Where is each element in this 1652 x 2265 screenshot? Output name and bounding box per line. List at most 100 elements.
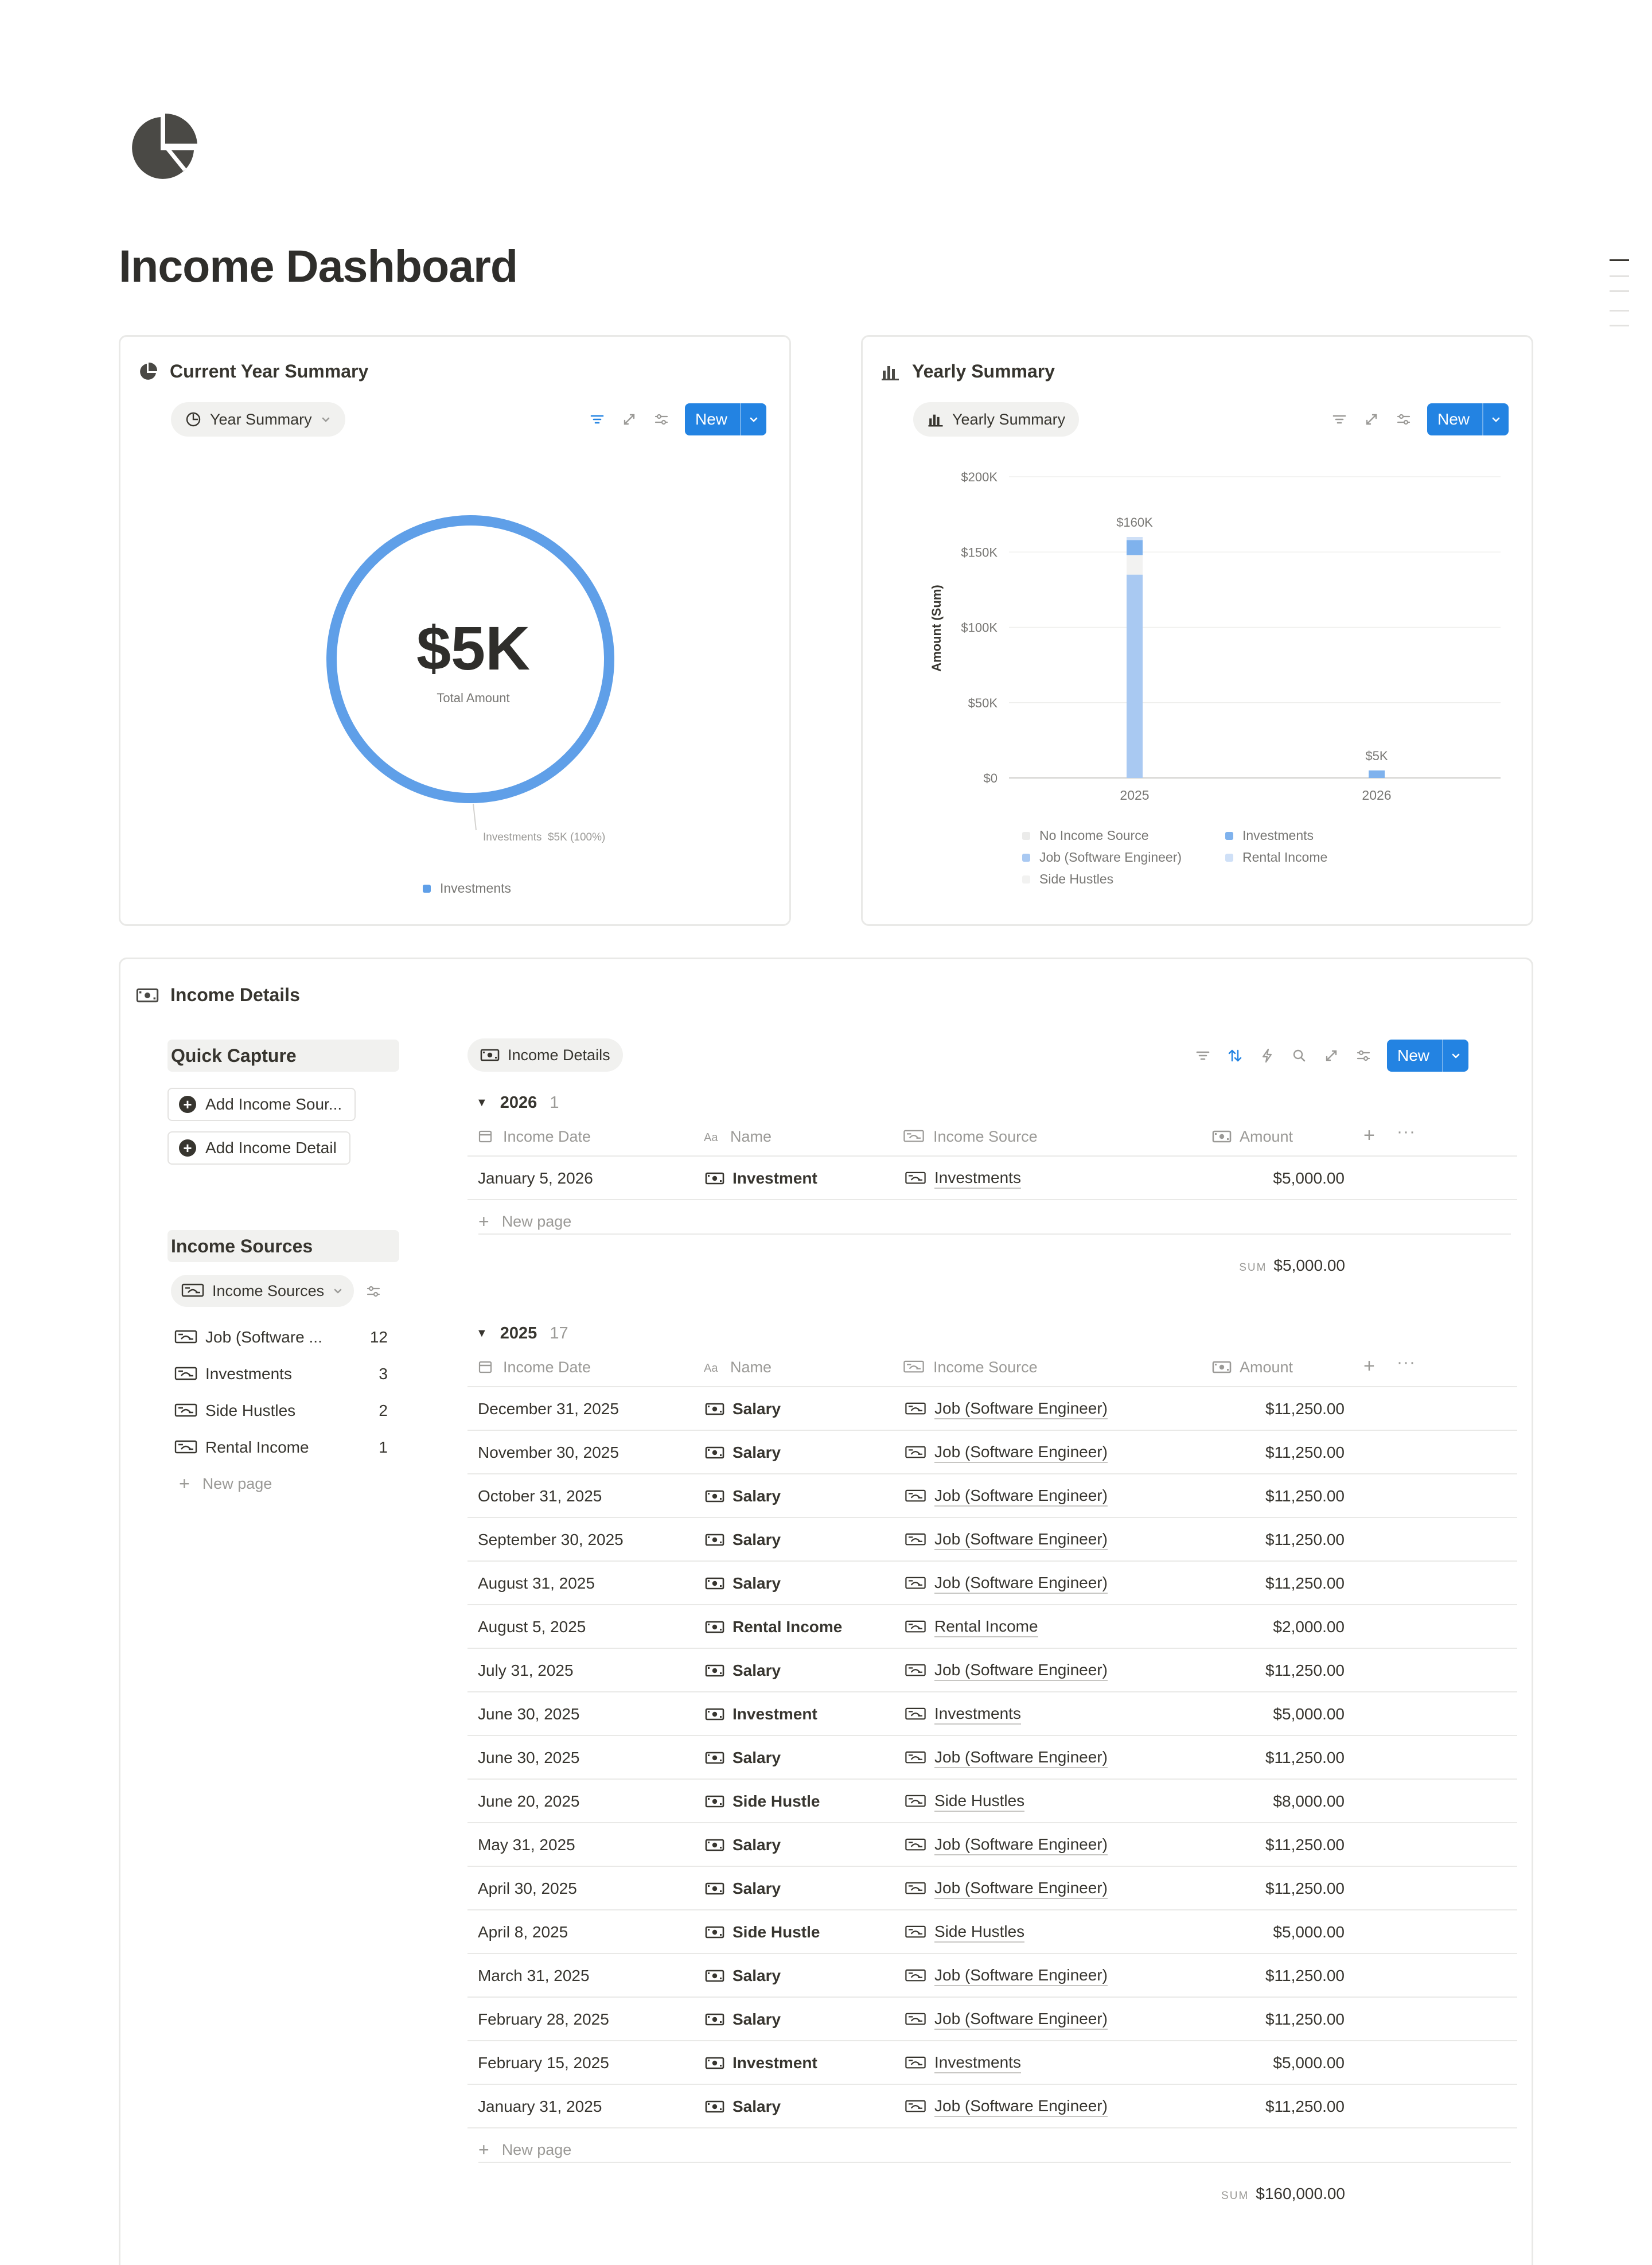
income-source-item[interactable]: Rental Income 1: [174, 1433, 388, 1462]
income-source-cell[interactable]: Job (Software Engineer): [905, 1649, 1108, 1692]
expand-icon[interactable]: [1323, 1047, 1340, 1064]
column-header-name[interactable]: Name: [703, 1116, 772, 1157]
income-source-cell[interactable]: Job (Software Engineer): [905, 1736, 1108, 1780]
name-cell[interactable]: Investment: [705, 1692, 817, 1736]
search-icon[interactable]: [1291, 1047, 1308, 1064]
name-cell[interactable]: Side Hustle: [705, 1910, 820, 1954]
table-row[interactable]: August 31, 2025 Salary Job (Software Engin…: [467, 1562, 1517, 1605]
income-source-item[interactable]: Job (Software ... 12: [174, 1323, 388, 1352]
column-header-date[interactable]: Income Date: [476, 1347, 591, 1387]
name-cell[interactable]: Salary: [705, 1518, 781, 1562]
legend-item[interactable]: Investments: [1225, 828, 1314, 843]
table-row[interactable]: December 31, 2025 Salary Job (Software Eng…: [467, 1387, 1517, 1431]
income-source-item[interactable]: Investments 3: [174, 1360, 388, 1388]
settings-icon[interactable]: [1355, 1047, 1372, 1064]
name-cell[interactable]: Salary: [705, 1998, 781, 2041]
income-source-cell[interactable]: Side Hustles: [905, 1780, 1025, 1823]
income-source-cell[interactable]: Job (Software Engineer): [905, 1954, 1108, 1998]
table-row[interactable]: June 20, 2025 Side Hustle Side Hustles $8,0…: [467, 1780, 1517, 1823]
income-source-cell[interactable]: Rental Income: [905, 1605, 1038, 1649]
income-source-cell[interactable]: Job (Software Engineer): [905, 2085, 1108, 2128]
chevron-down-icon[interactable]: [1442, 1040, 1468, 1072]
column-header-amount[interactable]: Amount: [1212, 1116, 1293, 1157]
income-source-cell[interactable]: Job (Software Engineer): [905, 1431, 1108, 1474]
table-row[interactable]: July 31, 2025 Salary Job (Software Enginee…: [467, 1649, 1517, 1692]
legend-item[interactable]: No Income Source: [1022, 828, 1148, 843]
name-cell[interactable]: Salary: [705, 1562, 781, 1605]
name-cell[interactable]: Salary: [705, 1474, 781, 1518]
name-cell[interactable]: Side Hustle: [705, 1780, 820, 1823]
table-row[interactable]: April 30, 2025 Salary Job (Software Engine…: [467, 1867, 1517, 1910]
name-cell[interactable]: Salary: [705, 2085, 781, 2128]
new-button[interactable]: New: [1387, 1040, 1469, 1072]
collapse-triangle-icon[interactable]: ▼: [476, 1327, 488, 1340]
group-sum[interactable]: SUM $160,000.00: [1221, 2185, 1345, 2203]
add-income-source-button[interactable]: + Add Income Sour...: [167, 1088, 356, 1121]
settings-icon[interactable]: [365, 1283, 382, 1300]
income-source-cell[interactable]: Investments: [905, 1692, 1021, 1736]
legend-item-investments[interactable]: Investments: [423, 881, 511, 896]
income-source-cell[interactable]: Side Hustles: [905, 1910, 1025, 1954]
name-cell[interactable]: Salary: [705, 1649, 781, 1692]
group-header-2026[interactable]: ▼ 2026 1: [476, 1093, 559, 1112]
name-cell[interactable]: Investment: [705, 1157, 817, 1200]
table-row[interactable]: March 31, 2025 Salary Job (Software Engine…: [467, 1954, 1517, 1998]
filter-icon[interactable]: [1194, 1047, 1211, 1064]
name-cell[interactable]: Rental Income: [705, 1605, 842, 1649]
table-row[interactable]: February 28, 2025 Salary Job (Software Eng…: [467, 1998, 1517, 2041]
income-source-cell[interactable]: Job (Software Engineer): [905, 1823, 1108, 1867]
name-cell[interactable]: Salary: [705, 1954, 781, 1998]
new-page-button[interactable]: + New page: [478, 2138, 1511, 2163]
name-cell[interactable]: Salary: [705, 1823, 781, 1867]
add-column-icon[interactable]: +: [1363, 1124, 1375, 1147]
legend-item[interactable]: Rental Income: [1225, 850, 1327, 865]
name-cell[interactable]: Salary: [705, 1387, 781, 1431]
column-header-source[interactable]: Income Source: [902, 1347, 1038, 1387]
amount-cell: $5,000.00: [1273, 1169, 1345, 1187]
column-header-source[interactable]: Income Source: [902, 1116, 1038, 1157]
tab-income-details[interactable]: Income Details: [467, 1038, 623, 1072]
column-header-date[interactable]: Income Date: [476, 1116, 591, 1157]
group-header-2025[interactable]: ▼ 2025 17: [476, 1324, 568, 1343]
new-page-button[interactable]: + New page: [478, 1209, 1511, 1235]
tab-income-sources[interactable]: Income Sources: [171, 1275, 354, 1307]
table-row[interactable]: November 30, 2025 Salary Job (Software Eng…: [467, 1431, 1517, 1474]
table-row[interactable]: June 30, 2025 Salary Job (Software Enginee…: [467, 1736, 1517, 1780]
new-page-button[interactable]: + New page: [179, 1473, 272, 1495]
group-sum[interactable]: SUM $5,000.00: [1239, 1256, 1345, 1275]
income-source-cell[interactable]: Job (Software Engineer): [905, 1998, 1108, 2041]
more-options-icon[interactable]: ···: [1397, 1353, 1416, 1372]
income-source-cell[interactable]: Job (Software Engineer): [905, 1474, 1108, 1518]
name-cell[interactable]: Salary: [705, 1431, 781, 1474]
table-row[interactable]: October 31, 2025 Salary Job (Software Engi…: [467, 1474, 1517, 1518]
income-source-cell[interactable]: Job (Software Engineer): [905, 1518, 1108, 1562]
collapse-triangle-icon[interactable]: ▼: [476, 1096, 488, 1110]
name-cell[interactable]: Investment: [705, 2041, 817, 2085]
name-cell[interactable]: Salary: [705, 1867, 781, 1910]
table-row[interactable]: January 31, 2025 Salary Job (Software Engi…: [467, 2085, 1517, 2128]
income-source-cell[interactable]: Investments: [905, 1157, 1021, 1200]
automation-bolt-icon[interactable]: [1259, 1047, 1276, 1064]
add-column-icon[interactable]: +: [1363, 1355, 1375, 1377]
table-row[interactable]: May 31, 2025 Salary Job (Software Engineer…: [467, 1823, 1517, 1867]
table-row[interactable]: June 30, 2025 Investment Investments $5,000…: [467, 1692, 1517, 1736]
more-options-icon[interactable]: ···: [1397, 1122, 1416, 1142]
table-row[interactable]: February 15, 2025 Investment Investments $5…: [467, 2041, 1517, 2085]
name-cell[interactable]: Salary: [705, 1736, 781, 1780]
income-source-cell[interactable]: Investments: [905, 2041, 1021, 2085]
legend-item[interactable]: Job (Software Engineer): [1022, 850, 1182, 865]
table-row[interactable]: April 8, 2025 Side Hustle Side Hustles $5,0…: [467, 1910, 1517, 1954]
table-row[interactable]: January 5, 2026 Investment Investments $5,0…: [467, 1157, 1517, 1200]
table-row[interactable]: August 5, 2025 Rental Income Rental Income…: [467, 1605, 1517, 1649]
income-source-cell[interactable]: Job (Software Engineer): [905, 1387, 1108, 1431]
column-header-name[interactable]: Name: [703, 1347, 772, 1387]
legend-item[interactable]: Side Hustles: [1022, 871, 1113, 887]
table-row[interactable]: September 30, 2025 Salary Job (Software En…: [467, 1518, 1517, 1562]
income-source-item[interactable]: Side Hustles 2: [174, 1396, 388, 1425]
income-source-cell[interactable]: Job (Software Engineer): [905, 1562, 1108, 1605]
column-header-amount[interactable]: Amount: [1212, 1347, 1293, 1387]
add-income-detail-button[interactable]: + Add Income Detail: [167, 1131, 350, 1165]
sort-icon[interactable]: [1226, 1047, 1244, 1064]
pie-chart-icon[interactable]: [127, 112, 198, 184]
income-source-cell[interactable]: Job (Software Engineer): [905, 1867, 1108, 1910]
